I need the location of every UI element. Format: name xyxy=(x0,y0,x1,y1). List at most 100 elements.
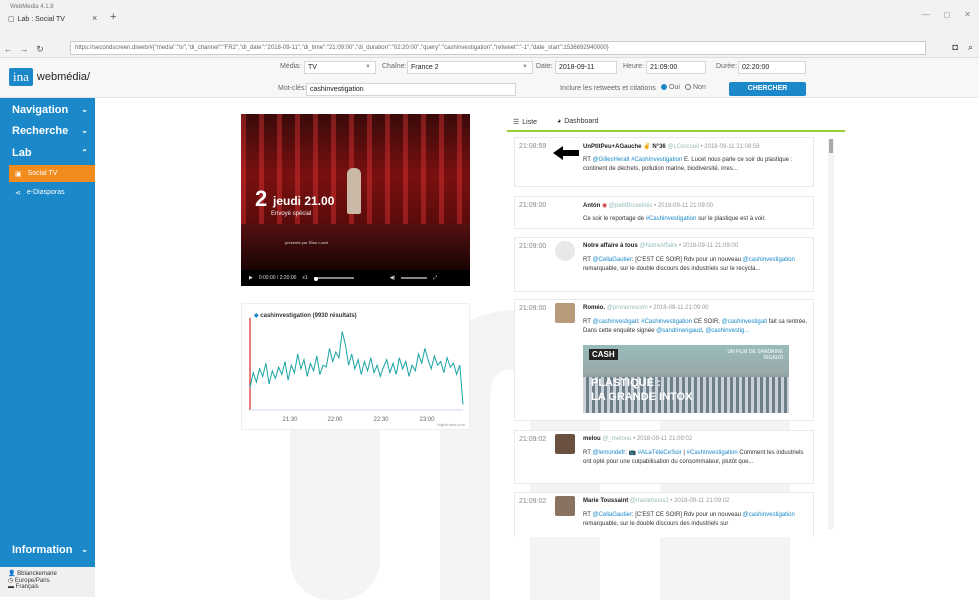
maximize-icon[interactable]: ◻ xyxy=(944,10,951,19)
tweet-item[interactable]: 21:09:00 Notre affaire à tous @NotreAffa… xyxy=(514,237,814,292)
tweet-handle[interactable]: @LCercouil xyxy=(667,144,698,150)
series-line[interactable] xyxy=(249,331,464,405)
browser-chrome: WebMedia 4.1.8 ▢ Lab : Social TV × + — ◻… xyxy=(0,0,979,58)
tweet-header: melou @_melouu • 2018-09-11 21:09:02 xyxy=(583,436,692,442)
window-close-icon[interactable]: ✕ xyxy=(964,10,971,19)
tweet-hashtag[interactable]: #CashInvestigation xyxy=(631,157,682,163)
chart-svg: 21:30 22:00 22:30 23:00 xyxy=(249,318,464,423)
fullscreen-icon[interactable]: ⤢ xyxy=(433,275,437,281)
tweet-mention[interactable]: @lemondefr xyxy=(592,450,625,456)
sidebar-item-information[interactable]: Information ⌄ xyxy=(12,544,92,556)
tweet-handle[interactable]: @_melouu xyxy=(602,436,631,442)
share-icon: ⋖ xyxy=(15,189,21,197)
camera-icon[interactable]: ◘ xyxy=(953,42,958,53)
sidebar: Navigation ⌄ Recherche ⌄ Lab ⌃ ▣ Social TV ⋖… xyxy=(0,98,95,597)
sidebar-item-ediasporas[interactable]: ⋖ e-Diasporas xyxy=(9,184,95,201)
sidebar-information-label: Information xyxy=(12,544,73,556)
scrollbar-thumb[interactable] xyxy=(829,139,833,153)
seek-bar[interactable] xyxy=(313,277,354,281)
sidebar-item-navigation[interactable]: Navigation ⌄ xyxy=(12,104,92,116)
media-select[interactable]: TV ▼ xyxy=(304,61,376,74)
tweet-author: Antón xyxy=(583,203,601,209)
tweet-item[interactable]: 21:09:00 Antón ◉ @petitBruxellois • 2018… xyxy=(514,196,814,229)
timezone-select[interactable]: ◷ Europe/Paris xyxy=(8,577,87,584)
radio-oui[interactable]: Oui xyxy=(661,84,680,91)
language-select[interactable]: ▬ Français xyxy=(8,584,87,590)
avatar[interactable] xyxy=(555,496,575,516)
address-bar[interactable]: https://secondscreen.diweb/#{"media":"tv… xyxy=(70,41,926,55)
channel-number: 2 xyxy=(255,186,268,211)
speed-label[interactable]: x1 xyxy=(302,275,307,281)
motcles-label: Mot-clés: xyxy=(278,85,307,92)
tweet-hashtag[interactable]: #Cashinvestigation xyxy=(646,216,697,222)
tweet-mention[interactable]: @CellaGautier xyxy=(592,512,631,518)
tweet-mention[interactable]: @cashinvestigati xyxy=(592,319,637,325)
arrow-left-icon xyxy=(553,146,579,160)
tweet-item[interactable]: 21:09:00 Roméo. @pronemocom • 2018-09-11… xyxy=(514,299,814,421)
tweet-handle[interactable]: @NotreAffaire xyxy=(639,243,677,249)
zoom-icon[interactable]: ⌕ xyxy=(968,42,973,53)
tweet-handle[interactable]: @pronemocom xyxy=(607,305,648,311)
tv-icon: ▣ xyxy=(15,170,22,178)
avatar[interactable] xyxy=(555,241,575,261)
tweet-item[interactable]: 21:09:02 melou @_melouu • 2018-09-11 21:… xyxy=(514,430,814,484)
tweet-hashtag[interactable]: @cashinvestigation xyxy=(743,257,795,263)
tab-dashboard[interactable]: ◕ Dashboard xyxy=(557,118,598,125)
tweet-mention[interactable]: @cashinvestigati xyxy=(722,319,767,325)
chart-credit: Highcharts.com xyxy=(437,422,465,427)
app-title: WebMedia 4.1.8 xyxy=(10,4,54,10)
tweet-hashtag[interactable]: @cashinvestigation xyxy=(743,512,795,518)
sidebar-item-lab[interactable]: Lab ⌃ xyxy=(12,147,92,159)
chaine-select[interactable]: France 2 ▼ xyxy=(407,61,533,74)
video-player[interactable]: 2 jeudi 21.00 Envoyé spécial présenté pa… xyxy=(241,114,470,286)
tweet-item[interactable]: 21:09:02 Marie Toussaint @marietouss1 • … xyxy=(514,492,814,537)
volume-icon[interactable]: ◀) xyxy=(390,275,396,281)
tweet-hashtag[interactable]: #CashInvestigation xyxy=(687,450,738,456)
tweet-time: 21:09:02 xyxy=(519,498,547,505)
play-icon[interactable]: ▶ xyxy=(249,275,253,281)
back-icon[interactable]: ← xyxy=(0,44,16,54)
browser-tab[interactable]: ▢ Lab : Social TV xyxy=(8,12,100,26)
avatar[interactable] xyxy=(555,434,575,454)
forward-icon[interactable]: → xyxy=(16,44,32,54)
tab-favicon-icon: ▢ xyxy=(8,16,15,23)
tweet-handle[interactable]: @petitBruxellois xyxy=(609,203,652,209)
tweet-mention[interactable]: @cashinvestig... xyxy=(705,328,749,334)
sidebar-item-recherche[interactable]: Recherche ⌄ xyxy=(12,125,92,137)
app-logo[interactable]: ina webmédia/ xyxy=(9,65,90,89)
tweet-hashtag[interactable]: #ALaTéléCeSoir xyxy=(638,450,682,456)
radio-oui-label: Oui xyxy=(669,84,680,91)
search-button[interactable]: CHERCHER xyxy=(729,82,806,96)
close-tab-icon[interactable]: × xyxy=(92,13,97,23)
tweet-date: • 2018-09-11 21:09:02 xyxy=(633,436,693,442)
feed-scrollbar[interactable] xyxy=(828,139,834,529)
date-input[interactable]: 2018-09-11 xyxy=(555,61,617,74)
tweet-mention[interactable]: @sandrinerigaud xyxy=(656,328,702,334)
presenter-credit: présenté par Élise Lucet xyxy=(285,240,329,245)
x-tick-label: 23:00 xyxy=(419,417,435,423)
duree-input[interactable]: 02:20:00 xyxy=(738,61,806,74)
avatar[interactable] xyxy=(555,303,575,323)
minimize-icon[interactable]: — xyxy=(922,10,930,19)
tweet-mention[interactable]: @GillesHeralt xyxy=(592,157,629,163)
tweet-item[interactable]: 21:08:59 UnPtitPeu+AGauche ✌ N°36 @LCerc… xyxy=(514,137,814,187)
sidebar-social-tv-label: Social TV xyxy=(27,170,58,177)
tweet-hashtag[interactable]: #Cashinvestigation xyxy=(641,319,692,325)
seek-knob[interactable] xyxy=(313,277,318,281)
tab-liste[interactable]: ☰ Liste xyxy=(513,118,537,127)
tweet-mention[interactable]: @CellaGautier xyxy=(592,257,631,263)
new-tab-button[interactable]: + xyxy=(110,11,116,23)
user-name[interactable]: 👤 Bblanckemane xyxy=(8,570,87,577)
sidebar-recherche-label: Recherche xyxy=(12,125,69,137)
chaine-label: Chaîne: xyxy=(382,63,407,70)
tweet-image[interactable]: CASH UN FILM DE SANDRINE RIGAUD PLASTIQU… xyxy=(583,345,789,413)
reload-icon[interactable]: ↻ xyxy=(32,44,48,55)
volume-slider[interactable] xyxy=(401,277,428,279)
motcles-input[interactable]: cashinvestigation xyxy=(306,83,516,96)
chevron-down-icon: ▼ xyxy=(365,64,371,70)
radio-non[interactable]: Non xyxy=(685,84,706,91)
x-tick-label: 21:30 xyxy=(282,417,298,423)
tweet-handle[interactable]: @marietouss1 xyxy=(630,498,669,504)
heure-input[interactable]: 21:09:00 xyxy=(646,61,706,74)
sidebar-item-social-tv[interactable]: ▣ Social TV xyxy=(9,165,95,182)
